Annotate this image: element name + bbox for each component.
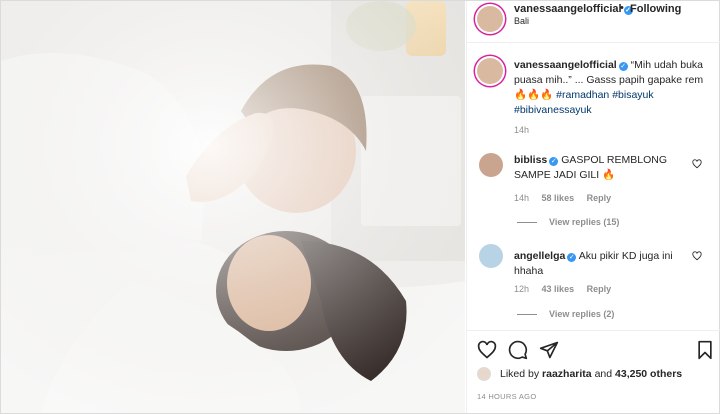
comment-likes[interactable]: 58 likes <box>542 193 575 203</box>
comment-time[interactable]: 14h <box>514 193 529 203</box>
comment-like-heart-icon[interactable] <box>692 159 702 169</box>
instagram-post: vanessaangelofficial ✓ • Following Bali v… <box>0 0 720 414</box>
account-username[interactable]: vanessaangelofficial ✓ <box>514 3 633 15</box>
comment-likes[interactable]: 43 likes <box>542 284 575 294</box>
comment-time[interactable]: 12h <box>514 284 529 294</box>
action-bar <box>467 330 720 370</box>
follow-separator: • <box>620 2 624 14</box>
comment-like-heart-icon[interactable] <box>692 251 702 261</box>
replies-divider <box>517 222 537 224</box>
paper-plane-icon[interactable] <box>539 340 559 360</box>
account-username-text[interactable]: vanessaangelofficial <box>514 3 622 15</box>
hashtag-bibivanessayuk[interactable]: #bibivanessayuk <box>514 104 592 116</box>
comment-username[interactable]: angellelga <box>514 250 565 262</box>
replies-divider <box>517 314 537 316</box>
liked-by-user[interactable]: raazharita <box>542 368 592 380</box>
view-replies-label[interactable]: View replies (2) <box>549 309 614 319</box>
verified-badge-icon: ✓ <box>567 253 577 262</box>
comment-reply-button[interactable]: Reply <box>587 193 612 203</box>
account-avatar[interactable] <box>477 6 503 32</box>
likes-count[interactable]: 43,250 others <box>615 368 682 380</box>
liker-avatar[interactable] <box>477 367 491 381</box>
view-replies-label[interactable]: View replies (15) <box>549 217 619 227</box>
caption-username[interactable]: vanessaangelofficial <box>514 59 617 71</box>
hashtag-ramadhan[interactable]: #ramadhan <box>556 89 609 101</box>
following-button[interactable]: Following <box>630 3 681 15</box>
speech-bubble-icon[interactable] <box>508 340 528 360</box>
likes-text: Liked by raazharita and 43,250 others <box>500 368 682 380</box>
hashtag-bisayuk[interactable]: #bisayuk <box>612 89 653 101</box>
comment-meta: 12h 43 likes Reply <box>514 284 621 294</box>
comment-avatar[interactable] <box>479 244 503 268</box>
comment-reply-button[interactable]: Reply <box>587 284 612 294</box>
comment-avatar[interactable] <box>479 153 503 177</box>
caption-avatar[interactable] <box>477 58 503 84</box>
view-replies-button[interactable]: View replies (15) <box>517 217 619 227</box>
likes-prefix: Liked by <box>500 368 540 380</box>
likes-conjunction: and <box>594 368 613 380</box>
heart-outline-icon[interactable] <box>477 340 497 360</box>
caption-time[interactable]: 14h <box>514 125 529 135</box>
comment-username[interactable]: bibliss <box>514 154 547 166</box>
post-photo[interactable] <box>1 1 465 413</box>
post-location[interactable]: Bali <box>514 16 529 26</box>
post-caption: vanessaangelofficial ✓ “Mih udah buka pua… <box>514 58 714 118</box>
bookmark-icon[interactable] <box>695 340 715 360</box>
verified-badge-icon: ✓ <box>618 62 628 71</box>
comment-meta: 14h 58 likes Reply <box>514 193 621 203</box>
post-header: vanessaangelofficial ✓ • Following Bali <box>467 1 720 43</box>
post-sidebar: vanessaangelofficial ✓ • Following Bali v… <box>466 1 720 413</box>
view-replies-button[interactable]: View replies (2) <box>517 309 614 319</box>
verified-badge-icon: ✓ <box>549 157 559 166</box>
photo-illustration <box>1 1 465 413</box>
post-timestamp[interactable]: 14 HOURS AGO <box>477 392 536 401</box>
comment: angellelga ✓ Aku pikir KD juga ini hhaha <box>514 249 704 279</box>
comment: bibliss ✓ GASPOL REMBLONG SAMPE JADI GILI… <box>514 153 704 183</box>
